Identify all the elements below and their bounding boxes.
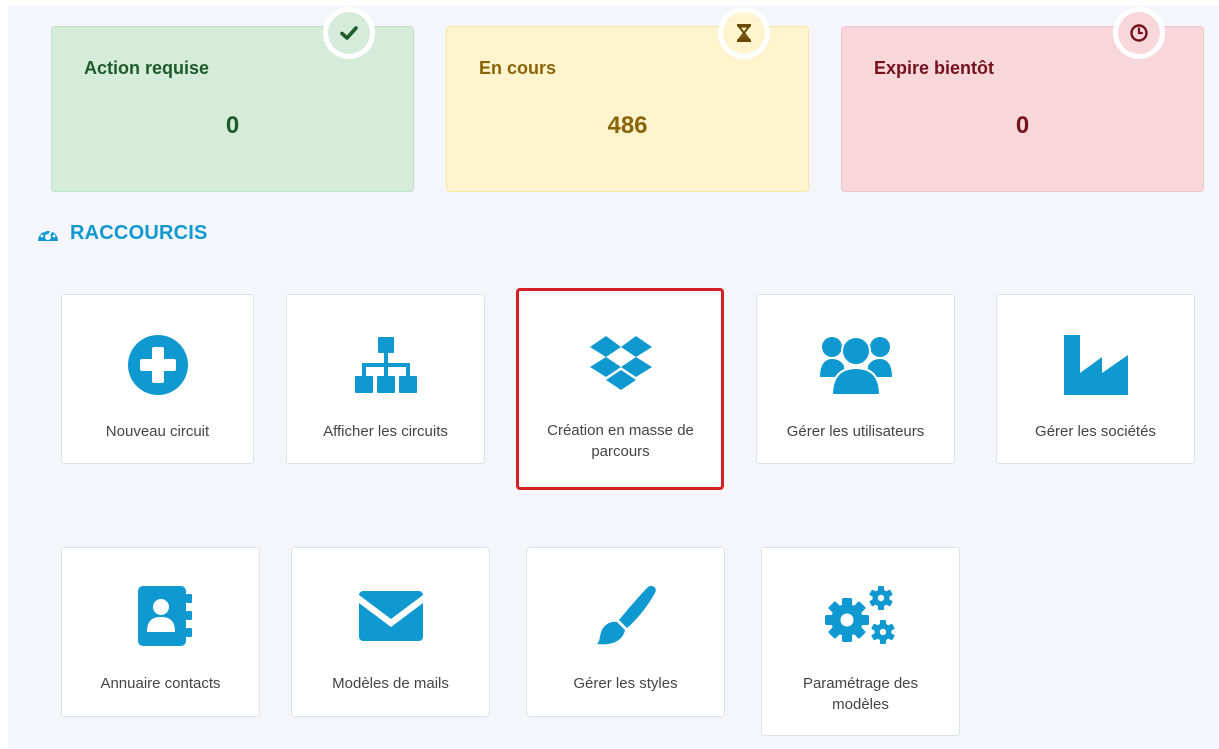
shortcut-label: Gérer les sociétés xyxy=(1035,423,1156,440)
shortcut-template-settings[interactable]: Paramétrage des modèles xyxy=(761,547,960,736)
users-icon xyxy=(819,336,892,396)
shortcut-manage-companies[interactable]: Gérer les sociétés xyxy=(996,294,1195,464)
stat-label: Action requise xyxy=(84,58,210,78)
stat-count: 0 xyxy=(225,112,240,139)
shortcut-label: Gérer les utilisateurs xyxy=(786,423,925,440)
stat-card-action-required[interactable]: Action requise 0 xyxy=(51,7,414,192)
stat-badge xyxy=(718,7,770,59)
stat-card-expiring-soon[interactable]: Expire bientôt 0 xyxy=(841,7,1204,192)
address-book-icon xyxy=(137,586,192,646)
highlight-frame xyxy=(516,288,724,490)
industry-icon xyxy=(1063,335,1128,395)
plus-circle-icon xyxy=(127,335,188,395)
shortcut-label: Modèles de mails xyxy=(332,675,449,692)
shortcut-label: Afficher les circuits xyxy=(323,423,448,440)
shortcut-new-circuit[interactable]: Nouveau circuit xyxy=(61,294,254,464)
shortcut-manage-styles[interactable]: Gérer les styles xyxy=(526,547,725,717)
shortcut-show-circuits[interactable]: Afficher les circuits xyxy=(286,294,485,464)
stat-label: Expire bientôt xyxy=(874,58,995,78)
stat-label: En cours xyxy=(479,58,557,78)
clock-icon xyxy=(1130,24,1148,42)
envelope-icon xyxy=(358,591,423,641)
hourglass-icon xyxy=(736,24,752,42)
stat-badge xyxy=(1113,7,1165,59)
dashboard-icon xyxy=(38,229,58,241)
stat-card-in-progress[interactable]: En cours 486 xyxy=(446,7,809,192)
check-icon xyxy=(340,26,358,40)
cogs-icon xyxy=(824,586,895,644)
shortcut-label: Annuaire contacts xyxy=(100,675,221,692)
paint-brush-icon xyxy=(596,586,656,645)
stat-count: 486 xyxy=(607,112,648,139)
stat-count: 0 xyxy=(1015,112,1030,139)
section-title: RACCOURCIS xyxy=(70,222,208,244)
shortcut-label: Nouveau circuit xyxy=(105,423,210,440)
shortcut-label: Gérer les styles xyxy=(573,675,678,692)
shortcut-label: Paramétrage des modèles xyxy=(802,675,919,713)
section-heading: RACCOURCIS xyxy=(36,222,208,245)
shortcut-mail-templates[interactable]: Modèles de mails xyxy=(291,547,490,717)
shortcut-manage-users[interactable]: Gérer les utilisateurs xyxy=(756,294,955,464)
sitemap-icon xyxy=(354,337,417,393)
shortcut-contacts-directory[interactable]: Annuaire contacts xyxy=(61,547,260,717)
stat-badge xyxy=(323,7,375,59)
